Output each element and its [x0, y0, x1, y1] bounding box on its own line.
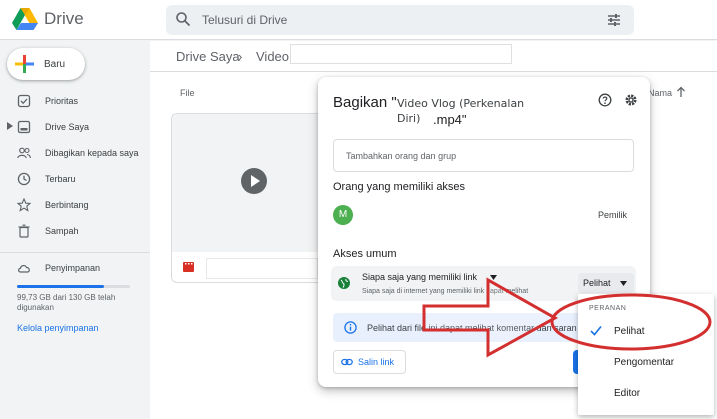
dialog-title-filename: Video Vlog (Perkenalan Diri)	[397, 97, 525, 125]
sidebar-item-label: Dibagikan kepada saya	[45, 148, 139, 158]
owner-role-label: Pemilik	[598, 210, 628, 220]
sidebar-item-label: Berbintang	[45, 200, 89, 210]
plus-icon	[15, 55, 34, 73]
my-drive-icon	[17, 120, 31, 134]
redaction-box	[206, 258, 318, 279]
dialog-title-suffix: .mp4"	[433, 112, 467, 127]
column-header-file: File	[180, 88, 195, 98]
search-icon[interactable]	[175, 11, 191, 27]
role-select-value[interactable]: Pelihat	[583, 278, 611, 288]
sidebar-divider	[0, 252, 150, 253]
sidebar-item-terbaru[interactable]: Terbaru	[0, 168, 150, 190]
role-dropdown-menu	[578, 294, 714, 415]
manage-storage-link[interactable]: Kelola penyimpanan	[17, 323, 99, 333]
sidebar-item-label: Penyimpanan	[45, 263, 101, 273]
help-icon[interactable]	[598, 93, 612, 107]
sidebar-item-label: Drive Saya	[45, 122, 90, 132]
globe-icon	[338, 277, 350, 289]
people-access-heading: Orang yang memiliki akses	[333, 181, 466, 193]
check-circle-icon	[17, 94, 31, 108]
role-option-commenter[interactable]: Pengomentar	[614, 357, 674, 368]
role-option-editor[interactable]: Editor	[614, 388, 640, 399]
link-access-description: Siapa saja di internet yang memiliki lin…	[362, 288, 529, 295]
storage-usage-text: 99,73 GB dari 130 GB telah digunakan	[17, 293, 116, 312]
breadcrumb-chevron-icon: ›	[238, 49, 243, 64]
role-menu-heading: PERANAN	[589, 305, 627, 312]
sidebar-item-label: Terbaru	[45, 174, 76, 184]
info-banner-text: Pelihat dari file ini dapat melihat kome…	[367, 323, 577, 333]
storage-progress-fill	[17, 285, 104, 288]
sidebar-item-berbintang[interactable]: Berbintang	[0, 194, 150, 216]
info-icon	[344, 321, 357, 334]
people-icon	[17, 147, 31, 159]
column-header-name[interactable]: Nama	[648, 88, 672, 98]
sidebar-item-sampah[interactable]: Sampah	[0, 220, 150, 242]
redaction-box	[290, 44, 512, 64]
star-icon	[17, 198, 31, 212]
dialog-title-prefix: Bagikan "	[333, 94, 397, 111]
new-button-label: Baru	[44, 59, 66, 70]
main-divider	[150, 71, 717, 72]
play-icon	[241, 168, 267, 194]
sidebar-item-label: Prioritas	[45, 96, 79, 106]
sidebar-item-penyimpanan[interactable]: Penyimpanan	[0, 257, 150, 279]
search-options-icon[interactable]	[606, 12, 622, 28]
breadcrumb-root[interactable]: Drive Saya	[176, 49, 240, 64]
link-access-dropdown[interactable]: Siapa saja yang memiliki link	[362, 272, 477, 282]
dropdown-caret-icon[interactable]	[490, 275, 497, 280]
add-people-placeholder[interactable]: Tambahkan orang dan grup	[346, 151, 456, 161]
general-access-heading: Akses umum	[333, 248, 397, 260]
copy-link-label[interactable]: Salin link	[358, 357, 394, 367]
check-icon	[590, 325, 602, 336]
gear-icon[interactable]	[624, 93, 638, 107]
video-file-icon	[183, 262, 194, 272]
drive-logo-icon[interactable]	[12, 8, 38, 30]
sidebar-item-dibagikan[interactable]: Dibagikan kepada saya	[0, 142, 150, 164]
trash-icon	[18, 224, 30, 238]
sort-arrow-up-icon[interactable]	[676, 86, 686, 98]
sidebar-item-prioritas[interactable]: Prioritas	[0, 90, 150, 112]
sidebar-item-drive-saya[interactable]: Drive Saya	[0, 116, 150, 138]
link-icon	[341, 358, 353, 366]
avatar: M	[333, 205, 353, 225]
cloud-icon	[18, 265, 30, 273]
sidebar-item-label: Sampah	[45, 226, 79, 236]
search-input[interactable]: Telusuri di Drive	[202, 13, 287, 27]
clock-icon	[17, 172, 31, 186]
role-option-viewer[interactable]: Pelihat	[614, 326, 645, 337]
app-title: Drive	[44, 9, 84, 28]
dropdown-caret-icon[interactable]	[620, 281, 627, 286]
